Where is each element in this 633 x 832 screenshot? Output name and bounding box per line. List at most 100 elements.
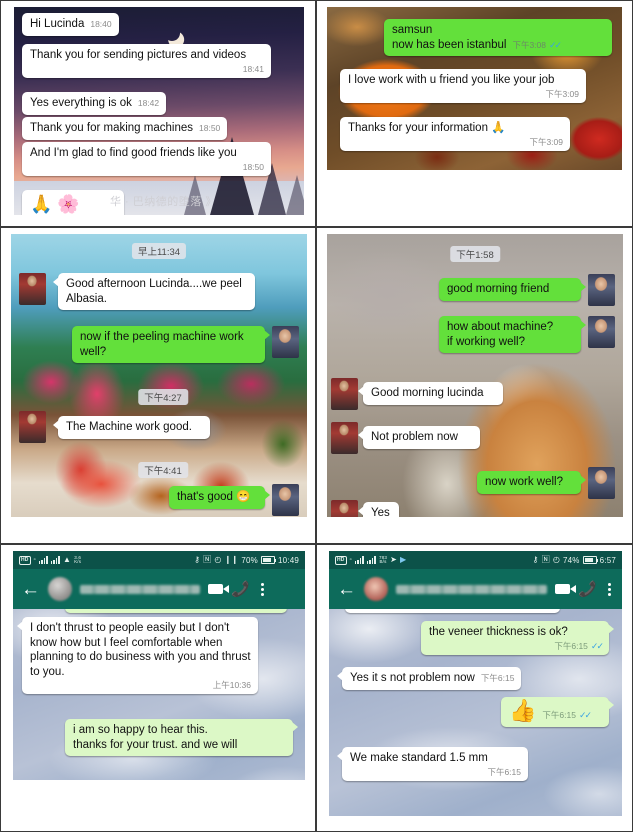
bubble-text: now work well? (485, 476, 563, 488)
avatar[interactable] (588, 467, 615, 499)
chat-bubble[interactable]: I love work with u friend you like your … (340, 69, 586, 103)
collage-cell-6: HD ▫ 783 B/s ➤ ▶ ⚷ 🄽 ◴ 74% 6:57 ← 📞 the … (316, 544, 633, 832)
video-call-icon[interactable] (208, 584, 229, 594)
avatar[interactable] (19, 273, 46, 305)
bubble-timestamp: 18:50 (242, 161, 264, 172)
bubble-timestamp: 18:50 (199, 123, 221, 133)
android-status-bar: HD ▫ ▲ 3.6 K/s ⚷ 🄽 ◴ ❙❙ 70% 10:49 (13, 551, 305, 569)
bubble-text-line2: if working well? (447, 335, 525, 348)
battery-icon (582, 556, 599, 564)
chat-bubble[interactable]: Good afternoon Lucinda....we peel Albasi… (53, 273, 255, 310)
chat-bubble[interactable]: And I'm glad to find good friends like y… (22, 142, 271, 176)
chat-bubble[interactable]: Yes everything is ok 18:42 (22, 92, 167, 115)
screenshot-collage-grid: Hi Lucinda 18:40 Thank you for sending pi… (0, 0, 633, 832)
bubble-timestamp: 下午3:09 (545, 88, 579, 99)
back-arrow-icon[interactable]: ← (337, 580, 356, 599)
bubble-text: Thank you for making machines (30, 122, 193, 134)
hd-icon: HD (335, 555, 347, 565)
bubble-timestamp: 18:42 (137, 98, 160, 108)
signal-bars-icon (38, 556, 48, 564)
avatar[interactable] (331, 500, 358, 517)
battery-percent: 70% (241, 555, 258, 565)
chat-bubble[interactable]: Thank you for making machines 18:50 (22, 117, 228, 140)
bubble-timestamp: 下午6:15 (554, 640, 588, 651)
thumbs-up-icon: 👍 (509, 698, 537, 723)
chat-screenshot-night-sky: Hi Lucinda 18:40 Thank you for sending pi… (14, 7, 304, 215)
key-icon: ⚷ (532, 555, 539, 564)
contact-name[interactable] (80, 584, 200, 594)
chat-bubble[interactable]: i am so happy to hear this. thanks for y… (65, 719, 298, 756)
chat-bubble[interactable]: samsun now has been istanbul 下午3:08 ✓✓ (384, 19, 612, 56)
whatsapp-app-bar: ← 📞 (329, 569, 622, 609)
contact-avatar[interactable] (364, 577, 388, 601)
back-arrow-icon[interactable]: ← (21, 580, 40, 599)
avatar[interactable] (272, 326, 299, 358)
chat-bubble[interactable]: We make standard 1.5 mm 下午6:15 (337, 747, 528, 781)
chat-bubble[interactable]: good morning friend (439, 278, 586, 301)
chat-screenshot-food-market: samsun now has been istanbul 下午3:08 ✓✓ I l… (327, 7, 622, 170)
nfc-icon: 🄽 (541, 555, 550, 564)
read-receipt-icon: ✓✓ (578, 710, 592, 720)
hd-icon: HD (19, 555, 31, 565)
avatar[interactable] (19, 411, 46, 443)
nfc-icon: 🄽 (203, 555, 212, 564)
chat-bubble[interactable]: now if the peeling machine work well? (72, 326, 270, 363)
bubble-text-line1: i am so happy to hear this. (73, 724, 208, 736)
network-speed-indicator: 3.6 K/s (74, 554, 82, 564)
voice-call-icon[interactable]: 📞 (578, 580, 597, 598)
avatar[interactable] (272, 484, 299, 516)
contact-name[interactable] (396, 584, 548, 594)
bubble-text: now if the peeling machine work well? (80, 331, 244, 358)
bubble-text: And I'm glad to find good friends like y… (30, 147, 237, 159)
avatar[interactable] (588, 316, 615, 348)
avatar[interactable] (588, 274, 615, 306)
chat-bubble-emoji[interactable]: 👍 下午6:15 ✓✓ (501, 697, 614, 727)
chat-message-area: the veneer thickness is ok? 下午6:15 ✓✓ Yes… (329, 609, 622, 816)
chat-bubble[interactable]: how about machine? if working well? (439, 316, 586, 353)
sim-dot-icon: ▫ (33, 557, 36, 563)
bubble-text-line1: samsun (392, 24, 433, 36)
chat-bubble-partial[interactable] (65, 609, 287, 613)
bubble-text: Good afternoon Lucinda....we peel Albasi… (66, 278, 242, 305)
chat-bubble[interactable]: Not problem now (358, 426, 480, 449)
chat-bubble[interactable]: Thanks for your information 🙏 下午3:09 (340, 117, 570, 151)
avatar[interactable] (331, 422, 358, 454)
bubble-timestamp: 18:41 (242, 63, 264, 74)
chat-bubble[interactable]: The Machine work good. (53, 416, 210, 439)
chat-bubble[interactable]: the veneer thickness is ok? 下午6:15 ✓✓ (421, 621, 614, 655)
avatar[interactable] (331, 378, 358, 410)
voice-call-icon[interactable]: 📞 (231, 580, 250, 598)
whatsapp-screenshot-veneer: HD ▫ 783 B/s ➤ ▶ ⚷ 🄽 ◴ 74% 6:57 ← 📞 the … (329, 551, 622, 816)
moon-icon (162, 23, 182, 43)
chat-bubble[interactable]: Thank you for sending pictures and video… (22, 44, 271, 78)
chat-bubble[interactable]: I don't thrust to people easily but I do… (17, 617, 258, 694)
alarm-icon: ◴ (214, 555, 222, 564)
media-caption: 华 · 巴纳德的堕落 》 (110, 196, 217, 208)
chat-screenshot-resort-brunch: 早上11:34 Good afternoon Lucinda....we pee… (11, 234, 307, 517)
chat-bubble[interactable]: Yes (358, 502, 399, 517)
chat-bubble[interactable]: Hi Lucinda 18:40 (22, 13, 119, 36)
bubble-timestamp: 下午3:09 (529, 136, 563, 147)
bubble-text: The Machine work good. (66, 421, 192, 433)
network-speed-indicator: 783 B/s (378, 554, 388, 564)
video-call-icon[interactable] (555, 584, 577, 594)
time-chip: 下午4:41 (138, 462, 188, 478)
sim-dot-icon: ▫ (349, 557, 352, 563)
chat-bubble[interactable]: Good morning lucinda (358, 382, 503, 405)
chat-bubble[interactable]: that's good 😁 (169, 486, 270, 509)
bubble-text: Yes (371, 507, 390, 517)
overflow-menu-icon[interactable] (605, 582, 614, 596)
chat-bubble-emoji[interactable]: 🙏 🌸 18:50 (22, 190, 124, 215)
bubble-text: Yes everything is ok (30, 97, 132, 109)
chat-bubble-partial[interactable] (345, 609, 560, 613)
chat-bubble[interactable]: Yes it s not problem now 下午6:15 (336, 667, 522, 690)
battery-icon (260, 556, 277, 564)
contact-avatar[interactable] (48, 577, 72, 601)
chat-bubble[interactable]: now work well? (477, 471, 586, 494)
vibrate-icon: ❙❙ (224, 555, 239, 564)
bubble-timestamp: 下午6:15 (487, 766, 521, 777)
bubble-text: good morning friend (447, 283, 550, 295)
time-chip: 下午4:27 (138, 389, 188, 405)
overflow-menu-icon[interactable] (258, 582, 267, 596)
bubble-text: Good morning lucinda (371, 387, 484, 399)
